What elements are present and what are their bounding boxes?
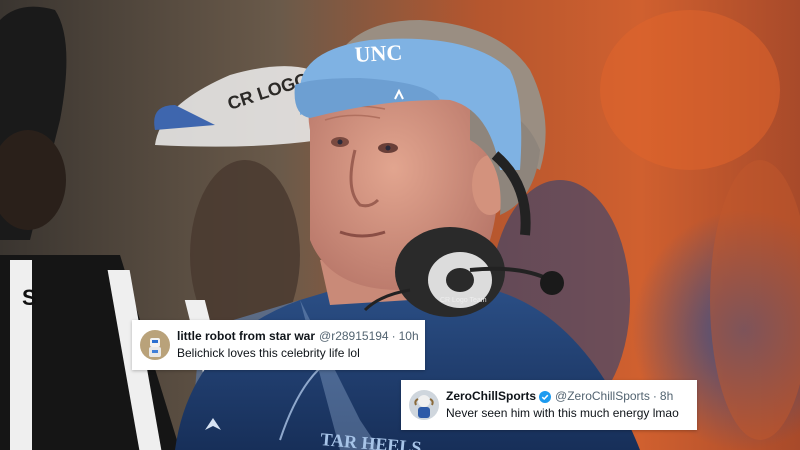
tweet-author-name[interactable]: little robot from star war <box>177 329 315 344</box>
avatar <box>140 330 170 360</box>
headset-label: CR Logo Team <box>440 297 487 304</box>
verified-badge-icon <box>539 390 552 403</box>
tweet-timestamp[interactable]: 8h <box>660 389 673 404</box>
tweet-author-handle[interactable]: @ZeroChillSports <box>555 389 650 404</box>
tweet-text: Never seen him with this much energy lma… <box>446 406 679 420</box>
robot-avatar-icon <box>140 330 170 360</box>
tweet-separator: · <box>652 389 657 403</box>
tweet-timestamp[interactable]: 10h <box>399 329 419 344</box>
ram-mascot-avatar-icon <box>409 390 439 420</box>
ref-number: S <box>22 285 37 310</box>
tweet-author-handle[interactable]: @r28915194 <box>319 329 389 344</box>
avatar <box>409 390 439 420</box>
tweet-card: little robot from star war @r28915194 · … <box>132 320 425 370</box>
photo-scene: CR LOGO S TAR HEELS UNC CR Logo Team lit… <box>0 0 800 450</box>
visor-logo-text: UNC <box>354 40 403 67</box>
tweet-card: ZeroChillSports @ZeroChillSports · 8h Ne… <box>401 380 697 430</box>
tweet-author-name[interactable]: ZeroChillSports <box>446 389 536 404</box>
tweet-separator: · <box>391 329 396 343</box>
tweet-text: Belichick loves this celebrity life lol <box>177 346 360 360</box>
